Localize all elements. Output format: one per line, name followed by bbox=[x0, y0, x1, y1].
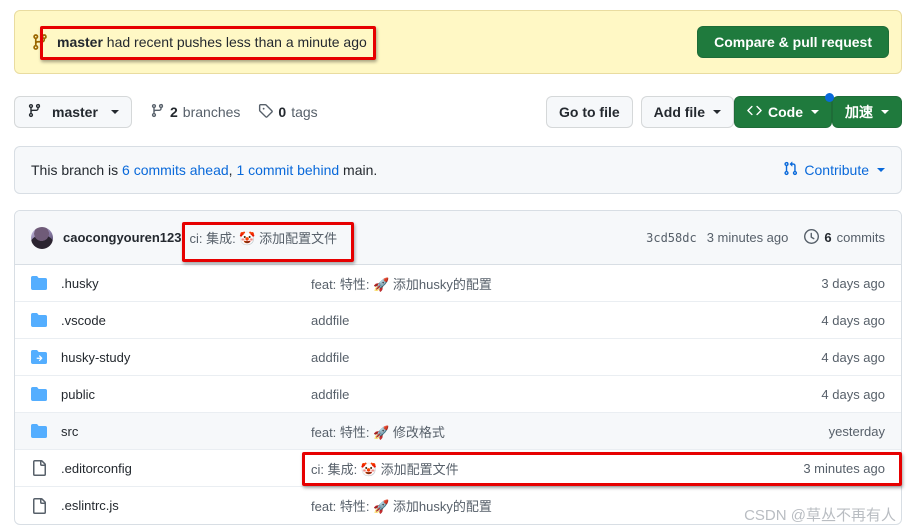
file-rows: .husky feat: 特性: 🚀 添加husky的配置 3 days ago .v… bbox=[15, 265, 901, 524]
file-commit-time: 3 minutes ago bbox=[803, 460, 885, 476]
table-row[interactable]: .vscode addfile 4 days ago bbox=[15, 302, 901, 339]
file-name[interactable]: .eslintrc.js bbox=[61, 498, 311, 513]
table-row[interactable]: .eslintrc.js feat: 特性: 🚀 添加husky的配置 bbox=[15, 487, 901, 524]
folder-icon bbox=[31, 423, 47, 439]
branch-status-prefix: This branch is bbox=[31, 162, 123, 178]
branch-status-bar: This branch is 6 commits ahead, 1 commit… bbox=[14, 146, 902, 194]
branches-count: 2 bbox=[170, 104, 178, 120]
branch-selector-label: master bbox=[52, 104, 98, 120]
table-row[interactable]: .husky feat: 特性: 🚀 添加husky的配置 3 days ago bbox=[15, 265, 901, 302]
commit-sha[interactable]: 3cd58dc bbox=[646, 231, 697, 245]
add-file-button[interactable]: Add file bbox=[640, 96, 734, 128]
code-notification-dot bbox=[825, 93, 834, 102]
file-name[interactable]: src bbox=[61, 424, 311, 439]
folder-icon bbox=[31, 275, 47, 291]
accelerate-label: 加速 bbox=[845, 104, 873, 120]
file-name[interactable]: husky-study bbox=[61, 350, 311, 365]
file-commit-time: yesterday bbox=[828, 423, 885, 439]
file-icon bbox=[31, 497, 47, 514]
tag-icon bbox=[258, 103, 274, 121]
pull-request-icon bbox=[783, 161, 798, 179]
compare-and-pull-request-button[interactable]: Compare & pull request bbox=[697, 26, 889, 58]
repo-toolbar: master 2 branches 0 tags Go to file Add … bbox=[14, 92, 902, 132]
commits-ahead-link[interactable]: 6 commits ahead bbox=[122, 162, 229, 178]
table-row[interactable]: src feat: 特性: 🚀 修改格式 yesterday bbox=[15, 413, 901, 450]
code-button-label: Code bbox=[768, 104, 803, 120]
file-list-container: caocongyouren123 ci: 集成: 🤡 添加配置文件 3cd58d… bbox=[14, 210, 902, 525]
file-commit-message[interactable]: addfile bbox=[311, 387, 821, 402]
file-name[interactable]: .editorconfig bbox=[61, 461, 311, 476]
folder-icon bbox=[31, 312, 47, 328]
chevron-down-icon bbox=[713, 110, 721, 114]
file-commit-message[interactable]: feat: 特性: 🚀 添加husky的配置 bbox=[311, 274, 821, 293]
latest-commit-header: caocongyouren123 ci: 集成: 🤡 添加配置文件 3cd58d… bbox=[15, 211, 901, 265]
tags-label: tags bbox=[291, 104, 318, 120]
branch-icon bbox=[27, 103, 42, 121]
table-row[interactable]: husky-study addfile 4 days ago bbox=[15, 339, 901, 376]
file-commit-time: 4 days ago bbox=[821, 386, 885, 402]
commits-count-link[interactable]: 6 commits bbox=[804, 228, 885, 247]
contribute-button[interactable]: Contribute bbox=[783, 161, 885, 179]
avatar bbox=[31, 226, 53, 249]
branches-count-link[interactable]: 2 branches bbox=[150, 103, 240, 121]
history-clock-icon bbox=[804, 228, 820, 247]
push-message-text: had recent pushes less than a minute ago bbox=[102, 34, 367, 50]
chevron-down-icon bbox=[877, 168, 885, 172]
chevron-down-icon bbox=[881, 110, 889, 114]
code-brackets-icon bbox=[747, 103, 762, 121]
code-button-wrapper: Code bbox=[734, 93, 834, 128]
branch-status-text: This branch is 6 commits ahead, 1 commit… bbox=[31, 162, 377, 178]
commits-behind-link[interactable]: 1 commit behind bbox=[236, 162, 339, 178]
file-name[interactable]: .vscode bbox=[61, 313, 311, 328]
accelerate-button[interactable]: 加速 bbox=[832, 96, 902, 128]
tags-count-link[interactable]: 0 tags bbox=[258, 103, 318, 121]
commit-message[interactable]: ci: 集成: 🤡 添加配置文件 bbox=[190, 228, 338, 247]
branch-selector-button[interactable]: master bbox=[14, 96, 132, 128]
table-row[interactable]: public addfile 4 days ago bbox=[15, 376, 901, 413]
file-commit-message[interactable]: addfile bbox=[311, 313, 821, 328]
file-icon bbox=[31, 460, 47, 476]
file-name[interactable]: .husky bbox=[61, 276, 311, 291]
submodule-icon bbox=[31, 349, 47, 365]
file-commit-message[interactable]: feat: 特性: 🚀 添加husky的配置 bbox=[311, 496, 885, 515]
go-to-file-button[interactable]: Go to file bbox=[545, 96, 633, 128]
file-commit-message[interactable]: ci: 集成: 🤡 添加配置文件 bbox=[311, 459, 803, 478]
branch-status-suffix: main. bbox=[339, 162, 378, 178]
commit-meta: 3cd58dc 3 minutes ago 6 commits bbox=[646, 228, 885, 247]
add-file-label: Add file bbox=[653, 104, 705, 120]
file-name[interactable]: public bbox=[61, 387, 311, 402]
code-button[interactable]: Code bbox=[734, 96, 832, 128]
push-banner-content: master had recent pushes less than a min… bbox=[31, 33, 697, 51]
branch-icon bbox=[150, 103, 165, 121]
chevron-down-icon bbox=[111, 110, 119, 114]
push-banner-text: master had recent pushes less than a min… bbox=[57, 34, 367, 50]
file-commit-time: 4 days ago bbox=[821, 349, 885, 365]
commit-author[interactable]: caocongyouren123 bbox=[63, 230, 182, 245]
branch-icon bbox=[31, 33, 49, 51]
recent-push-banner: master had recent pushes less than a min… bbox=[14, 10, 902, 74]
contribute-label: Contribute bbox=[804, 162, 869, 178]
repository-page: master had recent pushes less than a min… bbox=[0, 0, 916, 532]
table-row[interactable]: .editorconfig ci: 集成: 🤡 添加配置文件 3 minutes a… bbox=[15, 450, 901, 487]
commit-time: 3 minutes ago bbox=[706, 230, 789, 245]
push-branch-name: master bbox=[57, 34, 103, 50]
folder-icon bbox=[31, 386, 47, 402]
branches-label: branches bbox=[182, 104, 241, 120]
commits-count-value: 6 bbox=[824, 230, 832, 245]
commits-count-label: commits bbox=[836, 230, 885, 245]
file-commit-message[interactable]: addfile bbox=[311, 350, 821, 365]
tags-count: 0 bbox=[278, 104, 287, 120]
file-commit-time: 4 days ago bbox=[821, 312, 885, 328]
file-commit-time: 3 days ago bbox=[821, 275, 885, 291]
file-commit-message[interactable]: feat: 特性: 🚀 修改格式 bbox=[311, 422, 829, 441]
chevron-down-icon bbox=[811, 110, 819, 114]
